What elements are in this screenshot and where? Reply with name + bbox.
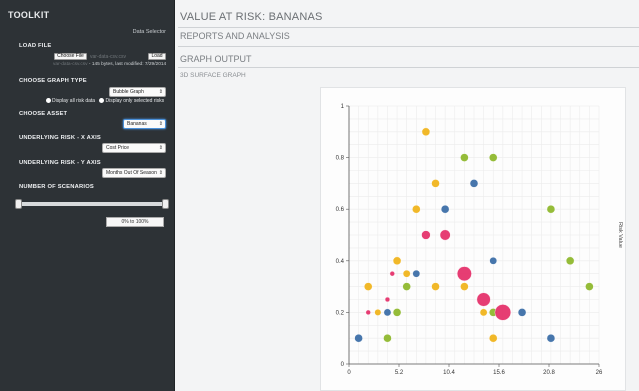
file-info-details: - 145 bytes, last modified: 7/29/2014: [87, 62, 167, 67]
bubble-point: [412, 269, 421, 278]
divider: [178, 67, 639, 68]
scenarios-range-readout: 0% to 100%: [106, 217, 164, 227]
bubble-point: [389, 271, 395, 277]
bubble-point: [479, 308, 488, 317]
bubble-point: [421, 127, 431, 136]
radio-all-risk-label: Display all risk data: [52, 98, 96, 104]
bubble-point: [421, 230, 431, 240]
graph-type-select[interactable]: Bubble Graph ⇕: [109, 87, 166, 97]
x-axis-value: Cost Price: [106, 145, 130, 151]
bubble-point: [469, 179, 479, 188]
bubble-point: [460, 153, 469, 162]
bubble-point: [354, 333, 363, 343]
bubble-point: [383, 308, 392, 317]
x-tick-label: 26: [596, 370, 603, 376]
bubble-point: [585, 282, 594, 291]
x-tick-label: 10.4: [443, 370, 455, 376]
bubble-point: [431, 179, 440, 188]
scenarios-label: NUMBER OF SCENARIOS: [19, 184, 94, 190]
bubble-point: [489, 256, 498, 265]
file-info-name: var-data-csv.csv: [53, 62, 88, 67]
divider: [178, 46, 639, 47]
y-tick-label: 0.2: [336, 310, 345, 316]
sidebar-subtitle: Data Selector: [132, 29, 166, 35]
bubble-point: [402, 269, 411, 278]
asset-value: Bananas: [127, 121, 147, 127]
scenarios-slider-max-handle[interactable]: [162, 199, 169, 209]
radio-selected-risk-label: Display only selected risks: [105, 98, 165, 104]
bubble-point: [412, 204, 421, 214]
x-tick-label: 0: [347, 370, 351, 376]
x-axis-select[interactable]: Cost Price ⇕: [102, 143, 166, 153]
sidebar: TOOLKIT Data Selector LOAD FILE Choose F…: [0, 0, 175, 391]
bubble-point: [565, 256, 575, 266]
scenarios-slider-min-handle[interactable]: [15, 199, 22, 209]
x-tick-label: 20.8: [543, 370, 555, 376]
chevron-updown-icon: ⇕: [158, 121, 163, 127]
y-tick-label: 0.4: [336, 259, 345, 265]
bubble-point: [460, 282, 469, 291]
graph-type-label: CHOOSE GRAPH TYPE: [19, 78, 87, 84]
bubble-chart: 0 5.2 10.4 15.6 20.8 26 0 0.2 0.4 0.6 0.8 1 Risk Val…: [336, 104, 623, 376]
divider: [178, 27, 639, 28]
bubble-point: [476, 292, 491, 307]
sidebar-title: TOOLKIT: [8, 10, 50, 20]
radio-all-risk[interactable]: [46, 98, 51, 103]
bubble-point: [546, 204, 556, 214]
y-axis-label: UNDERLYING RISK - Y AXIS: [19, 160, 101, 166]
chart-panel: 0 5.2 10.4 15.6 20.8 26 0 0.2 0.4 0.6 0.8 1 Risk Val…: [320, 87, 626, 391]
bubble-point: [494, 304, 512, 321]
bubble-point: [384, 296, 391, 303]
bubble-point: [546, 333, 556, 343]
chevron-updown-icon: ⇕: [158, 170, 163, 176]
x-axis-label: UNDERLYING RISK - X AXIS: [19, 135, 101, 141]
asset-select[interactable]: Bananas ⇕: [123, 119, 166, 129]
y-axis-select[interactable]: Months Out Of Season ⇕: [102, 168, 166, 178]
y-tick-label: 0.8: [336, 156, 345, 162]
page-subtitle: REPORTS AND ANALYSIS: [180, 31, 290, 41]
bubble-point: [456, 266, 472, 282]
bubble-point: [489, 333, 498, 343]
chevron-updown-icon: ⇕: [158, 89, 163, 95]
y-tick-label: 1: [341, 104, 345, 110]
x-tick-label: 15.6: [493, 370, 505, 376]
bubble-point: [392, 256, 402, 266]
radio-selected-risk[interactable]: [99, 98, 105, 103]
file-info: var-data-csv.csv - 145 bytes, last modif…: [53, 62, 166, 67]
bubble-point: [431, 282, 440, 291]
graph-subtitle: 3D SURFACE GRAPH: [180, 72, 246, 79]
y-axis-value: Months Out Of Season: [106, 170, 157, 176]
bubble-point: [440, 204, 450, 214]
graph-type-value: Bubble Graph: [113, 89, 144, 95]
page-title: VALUE AT RISK: BANANAS: [180, 11, 323, 23]
chosen-file-name: var-data-csv.csv: [90, 54, 127, 60]
risk-display-radios: Display all risk data Display only selec…: [46, 98, 164, 104]
load-button[interactable]: Load: [148, 53, 166, 60]
bubble-point: [517, 308, 527, 317]
bubble-point: [392, 308, 402, 317]
bubble-point: [402, 282, 411, 291]
asset-label: CHOOSE ASSET: [19, 111, 68, 117]
app-window: TOOLKIT Data Selector LOAD FILE Choose F…: [0, 0, 639, 391]
bubble-point: [489, 153, 498, 162]
file-picker: Choose File var-data-csv.csv Load: [54, 53, 166, 61]
load-file-label: LOAD FILE: [19, 43, 52, 49]
y-tick-label: 0: [341, 362, 345, 368]
bubble-point: [365, 309, 371, 316]
y-tick-label: 0.6: [336, 207, 345, 213]
x-tick-label: 5.2: [395, 370, 404, 376]
bubble-point: [439, 229, 451, 241]
graph-output-heading: GRAPH OUTPUT: [180, 54, 252, 64]
choose-file-button[interactable]: Choose File: [54, 53, 87, 60]
bubble-point: [374, 308, 382, 316]
bubble-point: [364, 282, 373, 291]
scenarios-slider-track[interactable]: [17, 202, 167, 206]
chevron-updown-icon: ⇕: [158, 145, 163, 151]
y-axis-title: Risk Value: [617, 222, 623, 248]
bubble-point: [383, 333, 392, 343]
